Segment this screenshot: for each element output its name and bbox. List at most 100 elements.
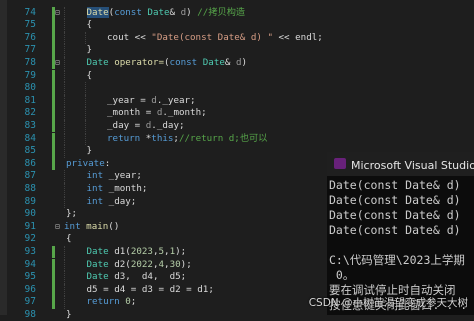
change-marker (52, 82, 55, 95)
code-token: main (86, 220, 109, 232)
code-text: { (87, 19, 93, 32)
code-token: int (86, 170, 104, 182)
line-number: 90 (24, 208, 36, 220)
code-text: Date d2(2022,4,30); (87, 259, 192, 272)
fold-toggle-icon[interactable]: ⊟ (55, 57, 63, 70)
code-token: ; (136, 170, 142, 182)
code-text: d5 = d4 = d3 = d2 = d1; (87, 284, 214, 297)
visual-studio-icon (334, 158, 346, 169)
code-line[interactable]: 77} (0, 44, 474, 57)
indent-guide (64, 82, 65, 95)
code-token: //拷贝构造 (197, 6, 246, 18)
code-token: d2 (114, 258, 126, 270)
indent-guide (64, 44, 65, 57)
code-text: int _month; (87, 183, 148, 196)
indent-guide (84, 119, 86, 133)
code-token: d3 (141, 283, 153, 295)
code-token: ; (180, 271, 187, 283)
line-number: 85 (24, 145, 36, 157)
line-number: 78 (24, 56, 36, 68)
fold-toggle-icon[interactable]: ⊟ (55, 221, 63, 234)
code-line[interactable]: 78 ⊟ Date operator=(const Date& d) (0, 56, 474, 70)
code-token: , (152, 271, 170, 283)
line-number: 88 (24, 182, 36, 194)
indent-guide (64, 296, 65, 309)
change-marker (52, 107, 55, 120)
code-token: = (180, 283, 198, 295)
console-line: Date(const Date& d) (329, 193, 461, 207)
code-token: d4 (114, 283, 126, 295)
code-token: { (86, 69, 93, 81)
indent-guide (64, 94, 65, 108)
code-text: int main() (64, 221, 119, 234)
indent-guide (84, 82, 86, 95)
code-token: operator= (114, 56, 164, 68)
code-token: * (140, 132, 152, 144)
code-line[interactable]: 75 { (0, 19, 474, 32)
code-text: Date d3, d4, d5; (87, 271, 187, 284)
indent-guide (64, 145, 65, 158)
console-line: Date(const Date& d) (329, 223, 461, 237)
line-number: 94 (24, 258, 36, 270)
code-token: ; (208, 283, 214, 295)
code-token: { (86, 19, 93, 31)
code-token: ; (201, 107, 207, 119)
indent-guide (84, 31, 86, 45)
code-line[interactable]: 84 return *this;//return d;也可以 (0, 132, 474, 146)
code-text: Date d1(2023,5,1); (87, 246, 187, 259)
code-token: _day (108, 195, 131, 207)
code-text: int _day; (87, 196, 137, 209)
code-token: ; (317, 31, 323, 43)
code-token: private (66, 157, 105, 169)
change-marker (52, 132, 55, 146)
line-number: 74 (24, 6, 36, 18)
code-token: cout (107, 31, 130, 43)
fold-toggle-icon[interactable]: ⊟ (55, 7, 63, 20)
indent-guide (64, 195, 65, 209)
code-line[interactable]: 80 (0, 82, 474, 95)
code-line[interactable]: 79 { (0, 69, 474, 83)
code-line[interactable]: 74 ⊟ Date(const Date& d) //拷贝构造 (0, 6, 474, 20)
code-text: _year = d._year; (107, 95, 196, 108)
console-titlebar[interactable]: Microsoft Visual Studio 调 (327, 152, 474, 176)
code-token: 30 (169, 258, 181, 270)
code-token: d5 (169, 271, 181, 283)
code-token: Date (86, 271, 109, 283)
code-token: _year (108, 170, 137, 182)
indent-guide (64, 56, 65, 70)
code-text: _month = d._month; (107, 107, 207, 120)
code-token: << (129, 31, 152, 43)
code-line[interactable]: 81 _year = d._year; (0, 94, 474, 108)
code-token: = (129, 119, 146, 131)
code-token: _year (162, 94, 191, 106)
code-token: d1 (197, 283, 209, 295)
indent-guide (84, 132, 86, 146)
line-number: 93 (24, 245, 36, 257)
code-line[interactable]: 83 _day = d._day; (0, 119, 474, 133)
code-token: d1 (114, 245, 126, 257)
indent-guide (64, 19, 65, 32)
code-token: 2022 (130, 258, 153, 270)
code-line[interactable]: 82 _month = d._month; (0, 107, 474, 120)
watermark: CSDN @小树苗渴望变成参天大树 (308, 297, 468, 309)
line-number: 81 (24, 94, 36, 106)
code-token: Date (86, 258, 109, 270)
code-line[interactable]: 76 cout << "Date(const Date& d) " << endl… (0, 31, 474, 45)
code-token: : (104, 157, 111, 169)
console-window[interactable]: Microsoft Visual Studio 调 Date(const Dat… (327, 152, 474, 315)
code-token: { (66, 233, 72, 245)
indent-guide (64, 170, 65, 183)
code-token: & (224, 56, 236, 68)
code-text: return *this;//return d;也可以 (107, 133, 267, 146)
code-token: ; (190, 94, 196, 106)
indent-guide (64, 271, 65, 284)
code-token: Date (86, 56, 109, 68)
code-token: ) (241, 56, 248, 68)
code-text: }; (66, 208, 77, 221)
change-marker (52, 296, 55, 309)
code-token: } (86, 145, 93, 157)
code-token: int (64, 220, 81, 232)
code-token: _year (107, 94, 135, 106)
code-text: } (87, 44, 93, 57)
code-token: ; (178, 119, 185, 131)
